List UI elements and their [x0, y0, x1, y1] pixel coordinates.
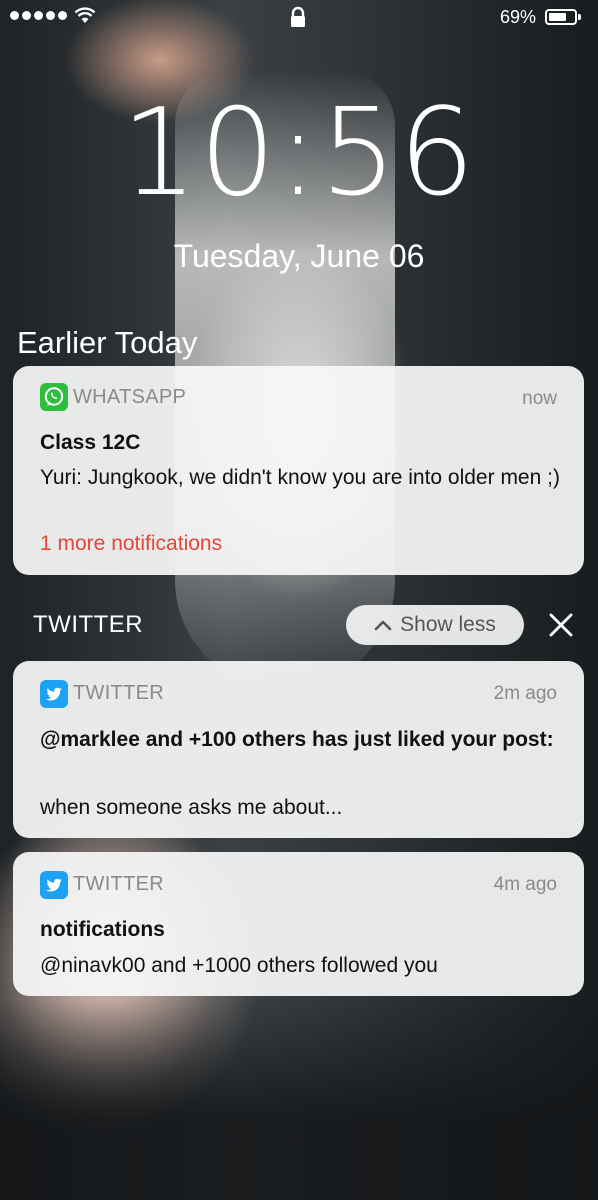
close-icon[interactable]: [548, 612, 574, 638]
twitter-bird-icon: [40, 680, 68, 708]
notification-group-label: TWITTER: [33, 611, 144, 638]
notification-card-whatsapp[interactable]: WHATSAPP now Class 12C Yuri: Jungkook, w…: [13, 366, 584, 575]
notification-time: 2m ago: [493, 683, 557, 704]
section-title: Earlier Today: [17, 325, 198, 360]
notification-time: 4m ago: [493, 874, 557, 895]
twitter-bird-icon: [40, 871, 68, 899]
notification-body: when someone asks me about...: [40, 796, 343, 819]
notification-title: notifications: [40, 918, 165, 941]
notification-title: @marklee and +100 others has just liked …: [40, 728, 554, 751]
lock-screen-date: Tuesday, June 06: [173, 238, 425, 274]
whatsapp-icon: [40, 383, 68, 411]
notification-time: now: [522, 388, 557, 409]
wifi-icon: [74, 7, 96, 23]
lock-screen-time: 10:56: [121, 84, 477, 223]
wallpaper-shadow: [0, 1000, 598, 1200]
chevron-up-icon: [374, 620, 392, 631]
notification-app-name: TWITTER: [73, 873, 164, 895]
notification-app-name: TWITTER: [73, 682, 164, 704]
notification-title: Class 12C: [40, 431, 141, 454]
show-less-button[interactable]: Show less: [346, 605, 524, 645]
notification-app-name: WHATSAPP: [73, 386, 187, 408]
notification-card-twitter-2[interactable]: TWITTER 4m ago notifications @ninavk00 a…: [13, 852, 584, 996]
notification-body: @ninavk00 and +1000 others followed you: [40, 954, 438, 977]
battery-icon: [545, 9, 581, 25]
show-less-label: Show less: [400, 613, 496, 636]
signal-dots-icon: [10, 11, 67, 20]
more-notifications-link[interactable]: 1 more notifications: [40, 532, 222, 556]
lock-icon: [291, 6, 305, 27]
notification-body: Yuri: Jungkook, we didn't know you are i…: [40, 466, 560, 489]
battery-percent: 69%: [500, 7, 537, 27]
notification-card-twitter-1[interactable]: TWITTER 2m ago @marklee and +100 others …: [13, 661, 584, 838]
status-bar: 69%: [0, 0, 598, 34]
